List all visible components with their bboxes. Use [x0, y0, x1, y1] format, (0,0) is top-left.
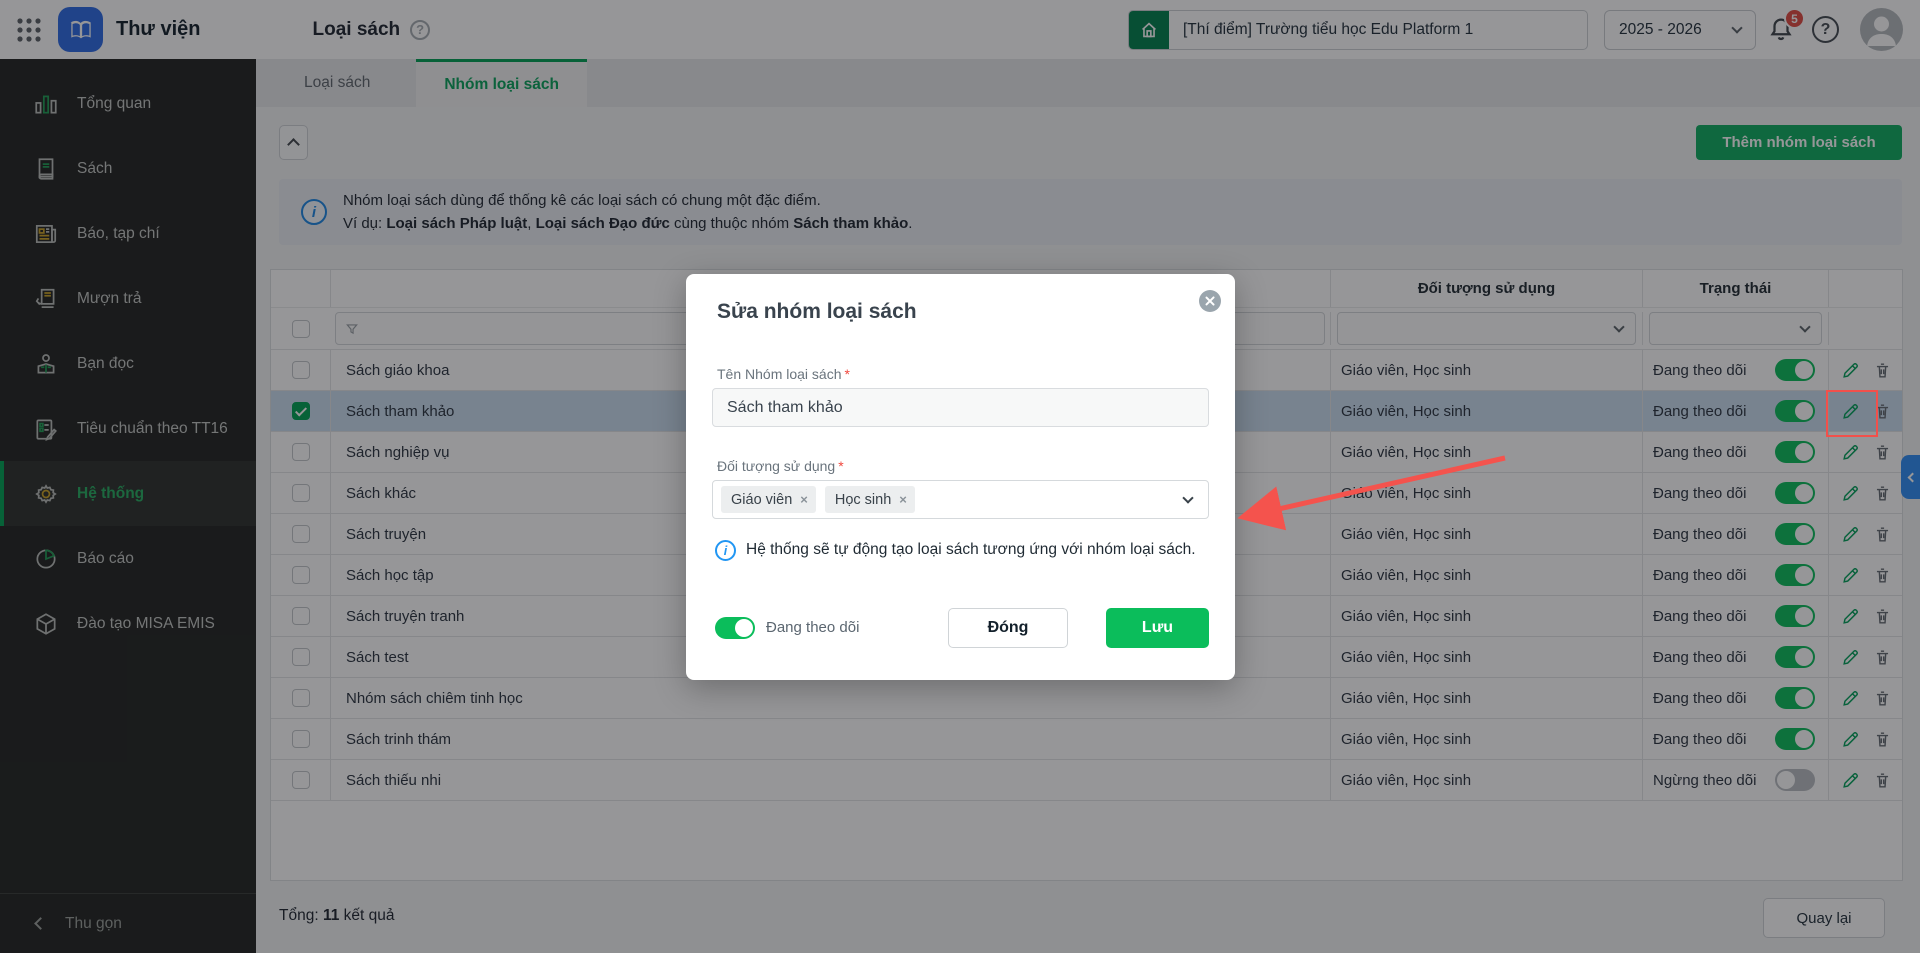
group-name-input[interactable]: Sách tham khảo	[712, 388, 1209, 427]
modal-save-button[interactable]: Lưu	[1106, 608, 1209, 648]
app-window: Thư viện Loại sách ? [Thí điểm] Trường t…	[0, 0, 1920, 953]
audience-tag: Học sinh×	[825, 486, 915, 513]
close-icon[interactable]	[1199, 290, 1221, 312]
status-toggle-label: Đang theo dõi	[766, 619, 859, 636]
annotation-highlight-box	[1826, 390, 1878, 437]
audience-multiselect[interactable]: Giáo viên× Học sinh×	[712, 480, 1209, 519]
info-icon: i	[715, 540, 736, 561]
edit-group-modal: Sửa nhóm loại sách Tên Nhóm loại sách* S…	[686, 274, 1235, 680]
audience-field-label: Đối tượng sử dụng*	[717, 458, 844, 474]
chevron-down-icon	[1182, 492, 1193, 503]
required-asterisk: *	[845, 366, 850, 382]
modal-note: Hệ thống sẽ tự động tạo loại sách tương …	[746, 537, 1218, 562]
status-toggle[interactable]	[715, 617, 755, 639]
audience-tag: Giáo viên×	[721, 486, 816, 513]
remove-tag-icon[interactable]: ×	[800, 492, 808, 507]
modal-title: Sửa nhóm loại sách	[717, 300, 917, 324]
name-field-label: Tên Nhóm loại sách*	[717, 366, 850, 382]
remove-tag-icon[interactable]: ×	[899, 492, 907, 507]
required-asterisk: *	[838, 458, 843, 474]
modal-close-button[interactable]: Đóng	[948, 608, 1068, 648]
